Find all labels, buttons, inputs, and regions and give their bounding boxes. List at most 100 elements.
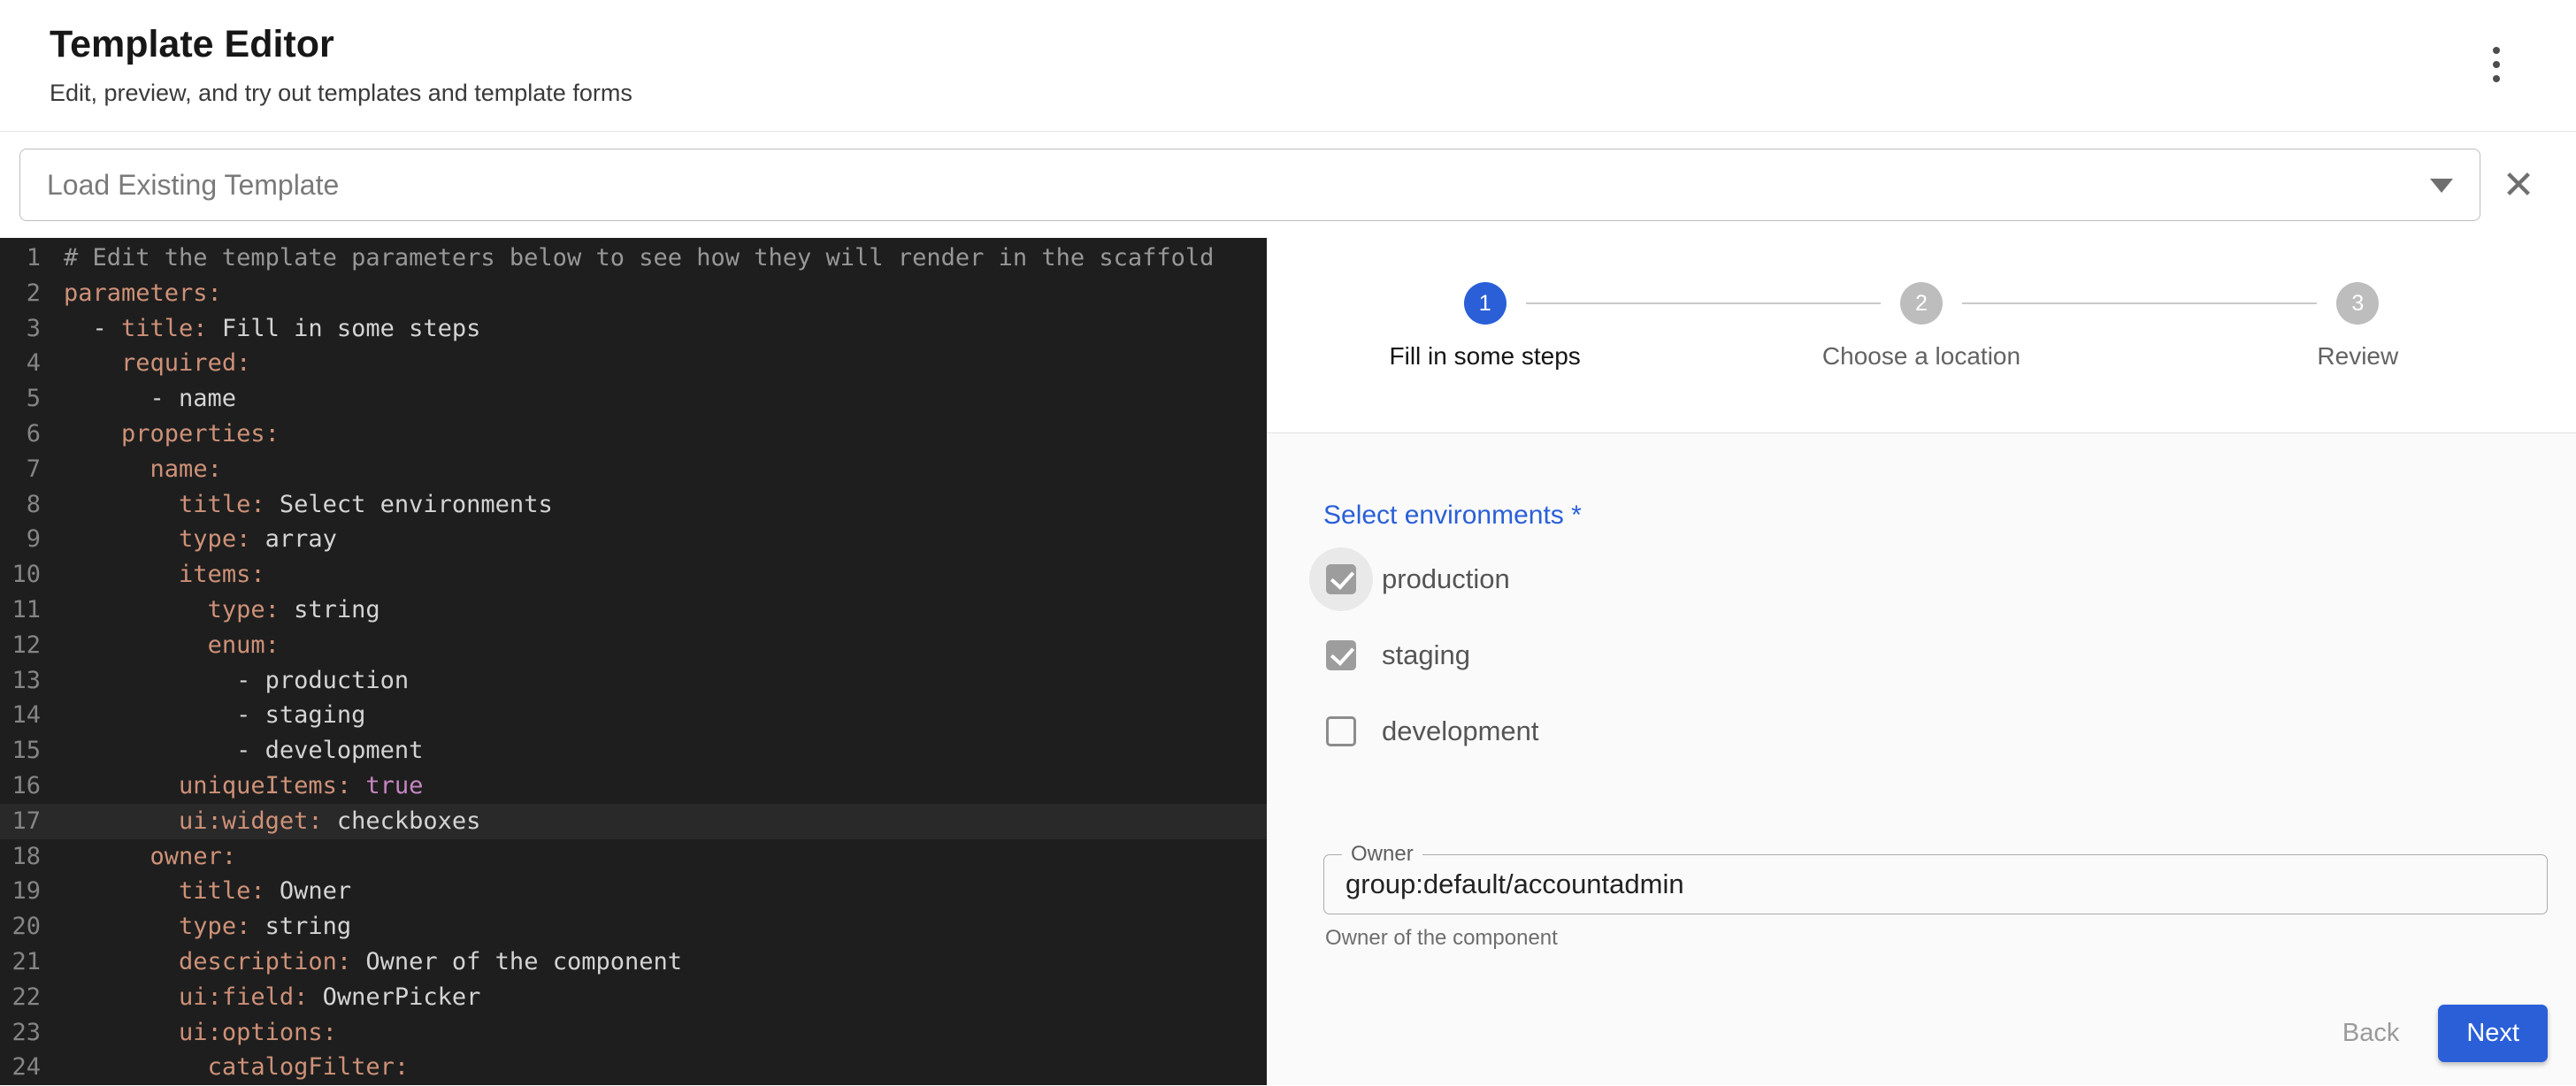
code-line[interactable]: 5 - name	[0, 381, 1267, 417]
line-number: 12	[0, 628, 41, 663]
code-line[interactable]: 22 ui:field: OwnerPicker	[0, 980, 1267, 1015]
stepper-step: 3Review	[2140, 282, 2576, 371]
checkbox-label: staging	[1382, 639, 1470, 671]
code-text: ui:options:	[64, 1015, 337, 1051]
page-header: Template Editor Edit, preview, and try o…	[0, 0, 2576, 132]
code-line[interactable]: 10 items:	[0, 557, 1267, 593]
required-marker: *	[1564, 501, 1582, 530]
yaml-editor[interactable]: 1# Edit the template parameters below to…	[0, 238, 1267, 1085]
line-number: 15	[0, 733, 41, 769]
step-label: Fill in some steps	[1390, 342, 1581, 371]
code-text: parameters:	[64, 276, 222, 311]
line-number: 13	[0, 663, 41, 699]
checkbox-label: development	[1382, 715, 1539, 747]
code-line[interactable]: 4 required:	[0, 346, 1267, 381]
checkbox-option-development[interactable]: development	[1323, 693, 2548, 769]
line-number: 8	[0, 487, 41, 523]
code-line[interactable]: 13 - production	[0, 663, 1267, 699]
code-line[interactable]: 9 type: array	[0, 522, 1267, 557]
code-line[interactable]: 8 title: Select environments	[0, 487, 1267, 523]
code-text: name:	[64, 452, 222, 487]
line-number: 3	[0, 311, 41, 347]
step-circle: 2	[1900, 282, 1943, 325]
code-line[interactable]: 6 properties:	[0, 417, 1267, 452]
owner-input[interactable]	[1324, 855, 2547, 914]
load-template-select[interactable]: Load Existing Template	[19, 149, 2480, 221]
environment-options: production staging development	[1323, 541, 2548, 769]
code-text: type: string	[64, 909, 351, 945]
stepper-connector	[1962, 302, 2317, 304]
code-line[interactable]: 16 uniqueItems: true	[0, 769, 1267, 804]
line-number: 14	[0, 698, 41, 733]
code-text: properties:	[64, 417, 280, 452]
code-line[interactable]: 17 ui:widget: checkboxes	[0, 804, 1267, 839]
code-line[interactable]: 23 ui:options:	[0, 1015, 1267, 1051]
code-line[interactable]: 18 owner:	[0, 839, 1267, 875]
checkbox-unchecked	[1326, 716, 1356, 746]
line-number: 4	[0, 346, 41, 381]
checkbox[interactable]	[1309, 700, 1373, 763]
line-number: 16	[0, 769, 41, 804]
step-label: Choose a location	[1822, 342, 2020, 371]
stepper: 1 Fill in some steps 2 Choose a location 3Re…	[1267, 238, 2576, 432]
checkbox[interactable]	[1309, 623, 1373, 687]
code-line[interactable]: 15 - development	[0, 733, 1267, 769]
code-lines: 1# Edit the template parameters below to…	[0, 241, 1267, 1085]
line-number: 2	[0, 276, 41, 311]
environments-label: Select environments *	[1323, 501, 2548, 531]
code-line[interactable]: 11 type: string	[0, 593, 1267, 628]
code-line[interactable]: 7 name:	[0, 452, 1267, 487]
checkbox[interactable]	[1309, 547, 1373, 611]
line-number: 24	[0, 1050, 41, 1085]
close-button[interactable]: ✕	[2480, 149, 2557, 221]
code-text: catalogFilter:	[64, 1050, 409, 1085]
line-number: 9	[0, 522, 41, 557]
code-text: description: Owner of the component	[64, 945, 682, 980]
code-line[interactable]: 20 type: string	[0, 909, 1267, 945]
line-number: 21	[0, 945, 41, 980]
line-number: 17	[0, 804, 41, 839]
code-line[interactable]: 2 parameters:	[0, 276, 1267, 311]
step-circle: 3	[2336, 282, 2379, 325]
stepper-steps: 1 Fill in some steps 2 Choose a location 3Re…	[1267, 282, 2576, 371]
code-line[interactable]: 3 - title: Fill in some steps	[0, 311, 1267, 347]
toolbar: Load Existing Template ✕	[0, 132, 2576, 238]
page-subtitle: Edit, preview, and try out templates and…	[50, 80, 2526, 107]
template-form: Select environments * production staging d…	[1267, 432, 2576, 1085]
code-text: - name	[64, 381, 236, 417]
code-line[interactable]: 19 title: Owner	[0, 874, 1267, 909]
code-text: - title: Fill in some steps	[64, 311, 480, 347]
line-number: 7	[0, 452, 41, 487]
line-number: 10	[0, 557, 41, 593]
next-button[interactable]: Next	[2438, 1005, 2548, 1062]
checkbox-label: production	[1382, 563, 1510, 595]
code-text: owner:	[64, 839, 236, 875]
code-text: uniqueItems: true	[64, 769, 423, 804]
kebab-menu-icon	[2493, 47, 2500, 54]
code-text: required:	[64, 346, 250, 381]
checkbox-option-production[interactable]: production	[1323, 541, 2548, 617]
code-line[interactable]: 12 enum:	[0, 628, 1267, 663]
stepper-step: 1 Fill in some steps	[1267, 282, 1703, 371]
code-line[interactable]: 1# Edit the template parameters below to…	[0, 241, 1267, 276]
code-text: - development	[64, 733, 423, 769]
check-icon	[1330, 565, 1354, 590]
back-button[interactable]: Back	[2318, 1006, 2424, 1060]
stepper-connector	[1526, 302, 1881, 304]
code-text: ui:widget: checkboxes	[64, 804, 480, 839]
code-line[interactable]: 24 catalogFilter:	[0, 1050, 1267, 1085]
line-number: 23	[0, 1015, 41, 1051]
checkbox-option-staging[interactable]: staging	[1323, 617, 2548, 693]
code-line[interactable]: 14 - staging	[0, 698, 1267, 733]
main-content: 1# Edit the template parameters below to…	[0, 238, 2576, 1085]
step-circle: 1	[1464, 282, 1506, 325]
code-text: items:	[64, 557, 265, 593]
code-line[interactable]: 21 description: Owner of the component	[0, 945, 1267, 980]
code-text: - production	[64, 663, 409, 699]
line-number: 1	[0, 241, 41, 276]
page-title: Template Editor	[50, 23, 2526, 66]
caret-down-icon	[2430, 179, 2453, 193]
check-icon	[1330, 641, 1354, 666]
code-text: title: Owner	[64, 874, 351, 909]
kebab-menu-button[interactable]	[2472, 35, 2521, 94]
